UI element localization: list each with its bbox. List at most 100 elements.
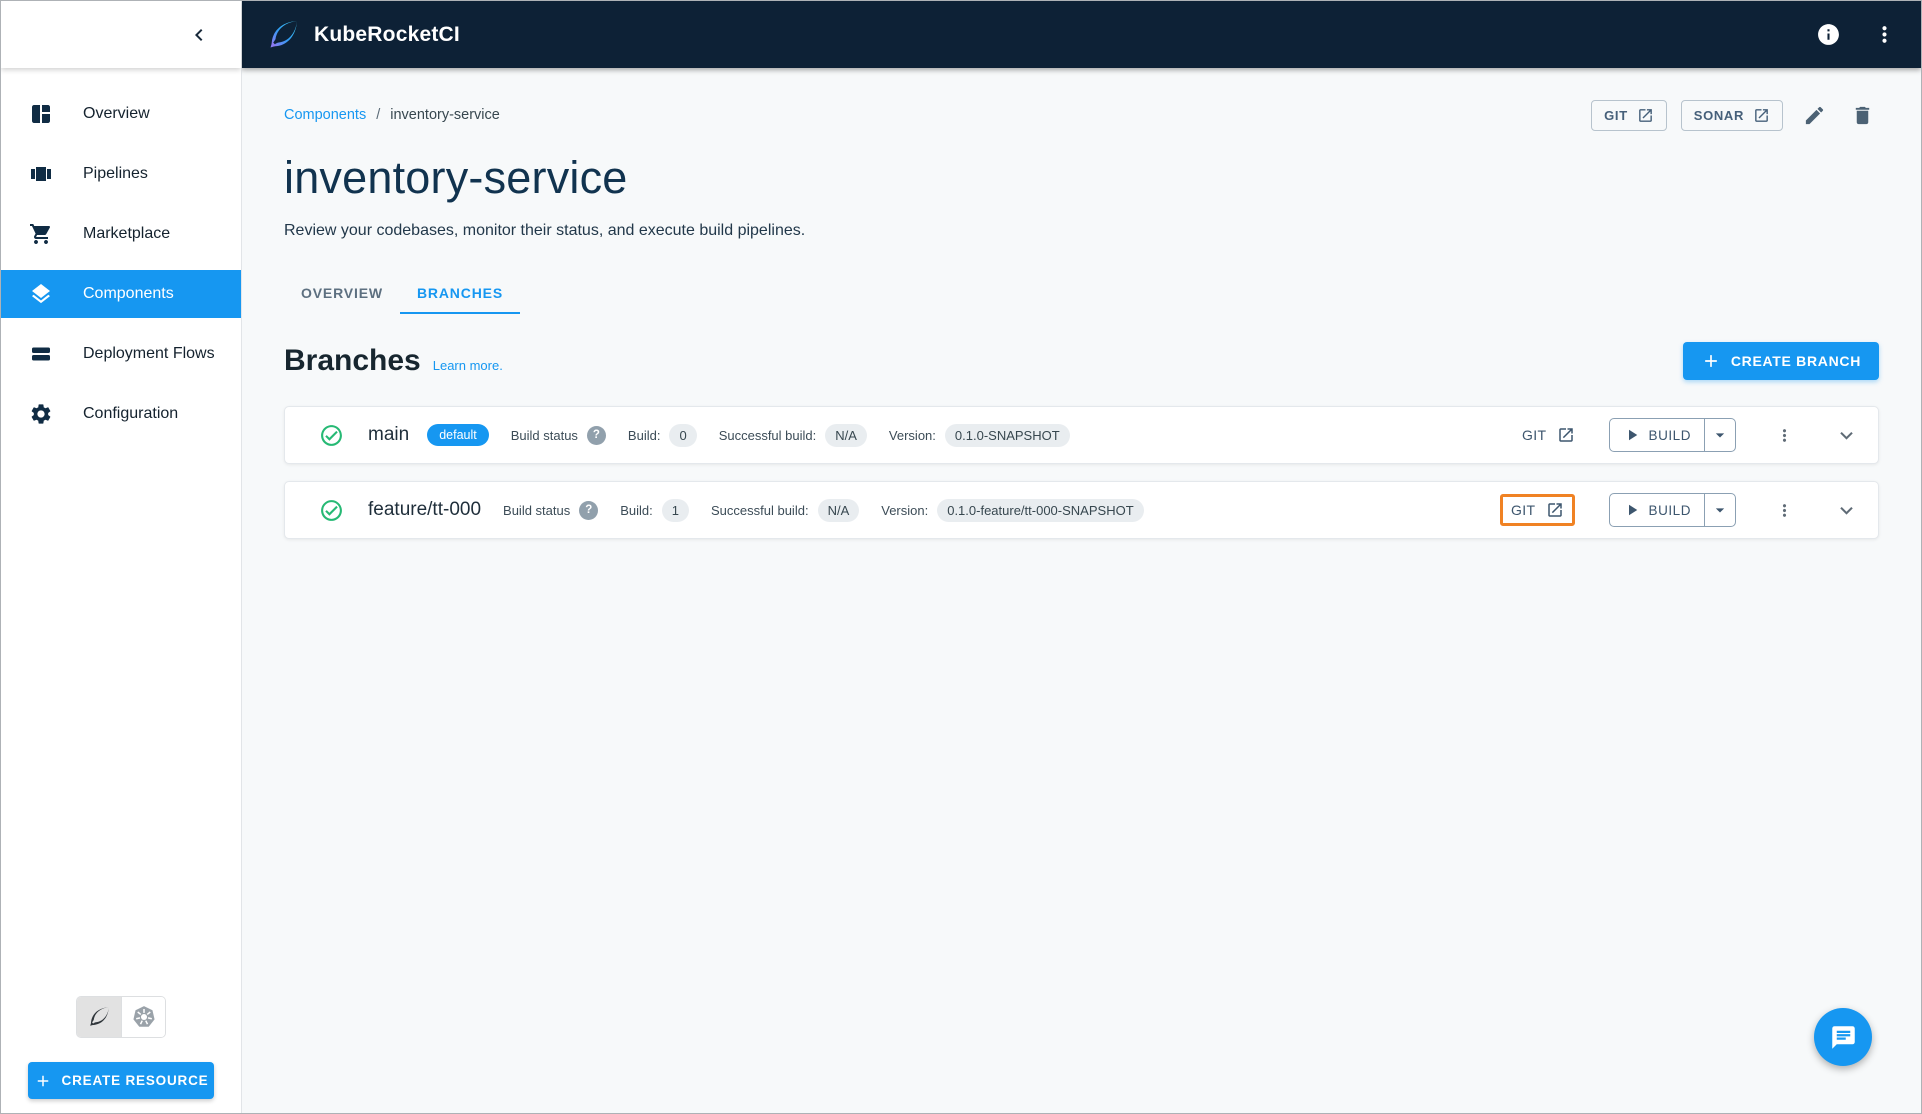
build-split-button: BUILD (1608, 493, 1736, 527)
build-button[interactable]: BUILD (1610, 419, 1704, 451)
build-status-label: Build status (503, 502, 571, 518)
trash-icon (1851, 104, 1874, 127)
delete-component-button[interactable] (1845, 98, 1879, 132)
kebab-menu-icon (1775, 501, 1794, 520)
breadcrumb: Components / inventory-service (284, 107, 500, 123)
sonar-button-label: SONAR (1693, 107, 1744, 123)
sidebar-item-overview[interactable]: Overview (1, 90, 241, 138)
create-resource-button[interactable]: CREATE RESOURCE (28, 1062, 214, 1099)
branch-menu-button[interactable] (1770, 496, 1798, 524)
sidebar-item-label: Marketplace (83, 225, 171, 242)
successful-build-group: Successful build: N/A (718, 423, 867, 447)
successful-build-chip: N/A (825, 423, 867, 447)
sidebar-item-pipelines[interactable]: Pipelines (1, 150, 241, 198)
git-button-label: GIT (1604, 107, 1628, 123)
app-window: Overview Pipelines Marketplace Component… (0, 0, 1922, 1114)
shopping-cart-icon (29, 222, 53, 246)
breadcrumb-separator: / (376, 107, 381, 123)
arrow-drop-down-icon (1710, 425, 1730, 445)
plus-icon (34, 1072, 52, 1090)
sidebar-header (1, 1, 241, 68)
header-menu-button[interactable] (1869, 20, 1899, 50)
successful-build-group: Successful build: N/A (711, 498, 860, 522)
open-in-new-icon (1637, 107, 1654, 124)
sidebar-item-configuration[interactable]: Configuration (1, 390, 241, 438)
branch-expand-button[interactable] (1832, 421, 1860, 449)
build-dropdown-button[interactable] (1704, 494, 1735, 526)
tab-overview[interactable]: OVERVIEW (284, 272, 400, 314)
git-highlight-box: GIT (1499, 494, 1575, 526)
rocket-feather-logo-icon (266, 18, 300, 52)
component-actions: GIT SONAR (1591, 98, 1879, 132)
dashboard-icon (29, 102, 53, 126)
build-count-chip: 0 (669, 423, 697, 447)
pipelines-icon (29, 162, 53, 186)
main-area: KubeRocketCI Components / inventory-serv… (242, 1, 1921, 1113)
sidebar-item-deployment-flows[interactable]: Deployment Flows (1, 330, 241, 378)
successful-build-label: Successful build: (718, 427, 817, 443)
edit-component-button[interactable] (1797, 98, 1831, 132)
branch-list: main default Build status ? Build: 0 Suc… (284, 406, 1879, 539)
app-logo: KubeRocketCI (266, 18, 460, 52)
breadcrumb-components-link[interactable]: Components (284, 107, 366, 123)
version-group: Version: 0.1.0-SNAPSHOT (889, 423, 1070, 447)
branch-row-main: main default Build status ? Build: 0 Suc… (284, 406, 1879, 464)
play-icon (1623, 426, 1641, 444)
build-button[interactable]: BUILD (1610, 494, 1704, 526)
view-toggle-group (76, 996, 166, 1038)
branch-name: main (368, 424, 410, 445)
page-content: Components / inventory-service GIT SONAR (242, 68, 1921, 1113)
sidebar-footer: CREATE RESOURCE (1, 996, 241, 1113)
build-button-label: BUILD (1648, 502, 1691, 518)
info-icon (1816, 22, 1841, 47)
build-count-group: Build: 0 (627, 423, 697, 447)
kuberocketci-view-toggle[interactable] (77, 997, 121, 1037)
arrow-drop-down-icon (1710, 500, 1730, 520)
build-button-label: BUILD (1648, 427, 1691, 443)
build-dropdown-button[interactable] (1704, 419, 1735, 451)
branch-git-button-highlighted[interactable]: GIT (1511, 501, 1564, 519)
tab-branches[interactable]: BRANCHES (399, 272, 520, 314)
build-status-group: Build status ? (503, 500, 599, 520)
branch-row-actions: GIT BUILD (1499, 493, 1860, 527)
info-button[interactable] (1813, 20, 1843, 50)
help-icon[interactable]: ? (586, 425, 606, 445)
branch-row-actions: GIT BUILD (1522, 418, 1860, 452)
kubernetes-icon (131, 1004, 157, 1030)
chevron-down-icon (1834, 498, 1859, 523)
kebab-menu-icon (1872, 22, 1897, 47)
branch-git-button[interactable]: GIT (1522, 426, 1575, 444)
build-count-group: Build: 1 (620, 498, 689, 522)
git-button[interactable]: GIT (1591, 99, 1667, 131)
sidebar-item-components[interactable]: Components (1, 270, 241, 318)
build-label: Build: (627, 427, 661, 443)
branch-row-feature-tt-000: feature/tt-000 Build status ? Build: 1 S… (284, 481, 1879, 539)
build-status-label: Build status (510, 427, 578, 443)
sonar-button[interactable]: SONAR (1680, 99, 1783, 131)
create-branch-button[interactable]: CREATE BRANCH (1682, 342, 1879, 380)
build-status-group: Build status ? (510, 425, 606, 445)
build-label: Build: (620, 502, 653, 518)
build-split-button: BUILD (1608, 418, 1736, 452)
chat-icon (1830, 1024, 1857, 1051)
open-in-new-icon (1557, 426, 1575, 444)
sidebar-item-label: Components (83, 285, 174, 302)
chat-fab-button[interactable] (1814, 1008, 1872, 1066)
table-rows-icon (29, 342, 53, 366)
play-icon (1623, 501, 1641, 519)
app-title: KubeRocketCI (314, 22, 460, 46)
branch-menu-button[interactable] (1770, 421, 1798, 449)
help-icon[interactable]: ? (579, 500, 599, 520)
plus-icon (1701, 351, 1721, 371)
open-in-new-icon (1546, 501, 1564, 519)
branch-expand-button[interactable] (1832, 496, 1860, 524)
breadcrumb-current: inventory-service (390, 107, 500, 123)
learn-more-link[interactable]: Learn more. (433, 358, 503, 373)
layers-icon (29, 282, 53, 306)
kubernetes-view-toggle[interactable] (121, 997, 165, 1037)
sidebar-item-label: Pipelines (83, 165, 148, 182)
sidebar-item-marketplace[interactable]: Marketplace (1, 210, 241, 258)
sidebar-collapse-button[interactable] (183, 19, 215, 51)
page-subtitle: Review your codebases, monitor their sta… (284, 222, 806, 239)
status-check-icon (319, 423, 344, 448)
